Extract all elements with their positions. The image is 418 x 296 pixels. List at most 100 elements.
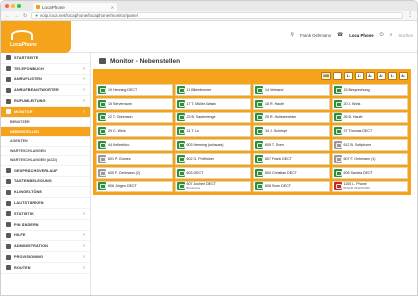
extension-tile[interactable]: 600 F. Oehmann (2) bbox=[96, 166, 173, 179]
extension-tile[interactable]: 607 F. Oehmann (1) bbox=[331, 152, 408, 165]
extension-name: 15 Besprechung bbox=[343, 87, 370, 92]
sort-button[interactable]: 1↓ bbox=[388, 71, 397, 80]
address-bar[interactable]: ● voip.loca.net/locaphone/locaphone/moni… bbox=[31, 12, 403, 19]
extension-tile[interactable]: 603 DECT bbox=[174, 166, 251, 179]
search-input[interactable]: Suchen bbox=[398, 33, 413, 38]
sidebar-subitem-agenten[interactable]: AGENTEN bbox=[1, 137, 90, 147]
sort-button[interactable] bbox=[333, 71, 342, 80]
sort-button[interactable]: 100 bbox=[321, 71, 331, 80]
browser-menu-icon[interactable]: ⋮ bbox=[407, 12, 413, 18]
lock-icon: ● bbox=[35, 13, 38, 18]
sidebar-item-rufumleitung[interactable]: RUFUMLEITUNG › bbox=[1, 96, 90, 107]
phone-name[interactable]: Loca Phone bbox=[349, 33, 373, 38]
extension-name: 605 Sandra DECT bbox=[343, 170, 373, 175]
extension-name: 11 Billerdimmer bbox=[186, 87, 212, 92]
extension-tile[interactable]: 31 T. Lu bbox=[174, 125, 251, 138]
close-window-button[interactable] bbox=[5, 4, 9, 8]
extension-tile[interactable]: 607 Frank DECT bbox=[253, 152, 330, 165]
voicemail-icon bbox=[6, 87, 11, 93]
sidebar-subitem-warteschlangen[interactable]: WARTESCHLANGEN bbox=[1, 147, 90, 157]
sidebar-item-routen[interactable]: ROUTEN › bbox=[1, 263, 90, 274]
extension-tile[interactable]: 602 G. Prüfhöner bbox=[174, 152, 251, 165]
browser-window: LocaPhone ✕ ← → ↻ ● voip.loca.net/locaph… bbox=[0, 0, 418, 296]
app-header: LocaPhone ⚲ Frank Oehmann ☎ Loca Phone ⏻… bbox=[1, 21, 417, 53]
extension-tile[interactable]: 26 B. Haufe bbox=[331, 111, 408, 124]
sidebar-item-label: PROVISIONING bbox=[14, 255, 44, 260]
extension-text: 608 Sven DECT bbox=[265, 184, 291, 188]
sort-button[interactable]: A↓ bbox=[399, 71, 408, 80]
forward-icon[interactable]: → bbox=[14, 13, 19, 19]
user-name[interactable]: Frank Oehmann bbox=[300, 33, 331, 38]
extension-name: 608 Sven DECT bbox=[265, 184, 291, 189]
sidebar-item-label: RUFUMLEITUNG bbox=[14, 99, 46, 104]
extension-tile[interactable]: 44 Kellerbüro bbox=[96, 139, 173, 151]
maximize-window-button[interactable] bbox=[17, 4, 21, 8]
sidebar-item-gesprächsverlauf[interactable]: GESPRÄCHSVERLAUF bbox=[1, 166, 90, 177]
extension-tile[interactable]: 1100 L. Phone BUSOR 0911201009 bbox=[331, 180, 408, 193]
extension-tile[interactable]: 20 J. Brink bbox=[331, 97, 408, 110]
extension-tile[interactable]: 604 Christian DECT bbox=[253, 166, 330, 179]
sidebar-item-anruflisten[interactable]: ANRUFLISTEN › bbox=[1, 75, 90, 86]
extension-tile[interactable]: 34 J. Schimpf bbox=[253, 125, 330, 138]
sidebar-subitem-warteschlangen-acd-[interactable]: WARTESCHLANGEN (ACD) bbox=[1, 156, 90, 166]
phone-status-icon bbox=[255, 168, 263, 177]
extension-tile[interactable]: 11 Billerdimmer bbox=[174, 84, 251, 96]
extension-tile[interactable]: 15 Besprechung bbox=[331, 84, 408, 96]
extension-tile[interactable]: 29 C. Weis bbox=[96, 125, 173, 138]
extension-tile[interactable]: 23 B. Saubreenge bbox=[174, 111, 251, 124]
minimize-window-button[interactable] bbox=[11, 4, 15, 8]
sidebar-item-anrufbeantworter[interactable]: ANRUFBEANTWORTER › bbox=[1, 85, 90, 97]
browser-titlebar: LocaPhone ✕ bbox=[1, 1, 417, 11]
extension-tile[interactable]: 25 R. Hollschneider bbox=[253, 111, 330, 124]
extension-tile[interactable]: 601 P. Gomes bbox=[96, 152, 173, 165]
extension-tile[interactable]: 14 Verband bbox=[253, 84, 330, 96]
sidebar-item-hilfe[interactable]: HILFE › bbox=[1, 231, 90, 242]
sort-button[interactable]: A↓ bbox=[366, 71, 375, 80]
extension-tile[interactable]: 607 Jochen DECT BüroFluIne bbox=[174, 180, 251, 193]
extension-tile[interactable]: 612 B. Softphone bbox=[331, 139, 408, 151]
sort-button[interactable]: A↑ bbox=[377, 71, 386, 80]
sidebar-item-lautstärken[interactable]: LAUTSTÄRKEN bbox=[1, 198, 90, 209]
extension-tile[interactable]: 18 R. Haufe bbox=[253, 97, 330, 110]
browser-tab[interactable]: LocaPhone ✕ bbox=[33, 3, 117, 11]
sidebar-item-administration[interactable]: ADMINISTRATION › bbox=[1, 241, 90, 253]
extension-tile[interactable]: 603 Henning (schauss) bbox=[174, 139, 251, 151]
extension-text: 37 Thomas DECT bbox=[344, 129, 373, 133]
sidebar-item-label: ANRUFBEANTWORTER bbox=[14, 88, 59, 93]
extension-tile[interactable]: 22 T. Oohmann bbox=[96, 111, 173, 124]
extension-tile[interactable]: 608 Sven DECT bbox=[253, 180, 330, 193]
sidebar-item-monitor[interactable]: MONITOR › bbox=[1, 106, 90, 118]
sidebar-item-klingeltöne[interactable]: KLINGELTÖNE bbox=[1, 187, 90, 199]
extension-tile[interactable]: 17 T. Müller-Wastx bbox=[174, 97, 251, 110]
chevron-right-icon: › bbox=[83, 254, 85, 261]
sidebar-item-label: PIN ÄNDERN bbox=[14, 222, 39, 227]
back-icon[interactable]: ← bbox=[5, 13, 10, 19]
reload-icon[interactable]: ↻ bbox=[23, 13, 27, 19]
phonebook-icon bbox=[6, 66, 11, 72]
sidebar-item-pin-ändern[interactable]: PIN ÄNDERN bbox=[1, 220, 90, 231]
extension-name: 31 T. Lu bbox=[186, 129, 200, 134]
sidebar-item-statistik[interactable]: STATISTIK › bbox=[1, 209, 90, 220]
extension-tile[interactable]: 605 Sandra DECT bbox=[331, 166, 408, 179]
sidebar-item-provisioning[interactable]: PROVISIONING › bbox=[1, 252, 90, 263]
volume-icon bbox=[6, 200, 11, 206]
extension-tile[interactable]: 606 Jürgen DECT bbox=[96, 180, 173, 193]
sidebar-item-tastenbelegung[interactable]: TASTENBELEGUNG bbox=[1, 177, 90, 188]
sidebar-subitem-benutzer[interactable]: BENUTZER bbox=[1, 118, 90, 128]
help-icon bbox=[6, 232, 11, 238]
close-tab-icon[interactable]: ✕ bbox=[111, 5, 114, 10]
sidebar-item-telefonbuch[interactable]: TELEFONBUCH › bbox=[1, 64, 90, 75]
sidebar-item-startseite[interactable]: STARTSEITE bbox=[1, 53, 90, 64]
extension-tile[interactable]: 37 Thomas DECT bbox=[331, 125, 408, 138]
search-icon[interactable]: ⌕ bbox=[390, 32, 393, 38]
phone-status-icon bbox=[255, 85, 263, 94]
extension-tile[interactable]: 605 T. Sven bbox=[253, 139, 330, 151]
sidebar-subitem-nebenstellen[interactable]: NEBENSTELLEN bbox=[1, 127, 90, 137]
phone-status-icon bbox=[333, 85, 342, 94]
sort-button[interactable]: 1↑ bbox=[355, 71, 364, 80]
extension-tile[interactable]: 15 Serverraum bbox=[96, 97, 173, 110]
logo[interactable]: LocaPhone bbox=[1, 21, 71, 53]
sort-button[interactable]: 1↓ bbox=[344, 71, 353, 80]
logout-icon[interactable]: ⏻ bbox=[380, 32, 384, 38]
extension-tile[interactable]: 10 Henning DECT bbox=[96, 84, 173, 96]
